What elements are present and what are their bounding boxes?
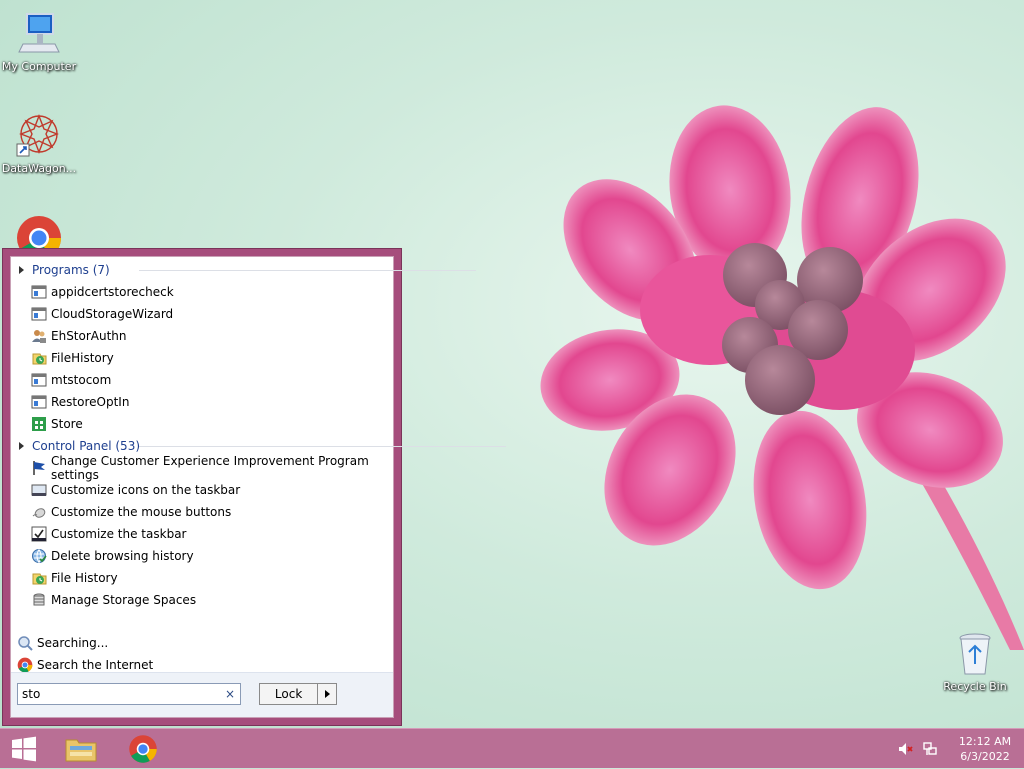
- result-label: Change Customer Experience Improvement P…: [51, 454, 369, 482]
- clock-date: 6/3/2022: [960, 750, 1010, 763]
- taskbar: 12:12 AM 6/3/2022: [0, 728, 1024, 768]
- result-item[interactable]: EhStorAuthn: [31, 325, 127, 347]
- datawagon-icon: [15, 112, 63, 160]
- app-window-icon: [31, 284, 47, 300]
- desktop-icon-label: DataWagon...: [1, 162, 77, 175]
- app-window-icon: [31, 372, 47, 388]
- result-item[interactable]: File History: [31, 567, 118, 589]
- computer-icon: [15, 10, 63, 58]
- result-label: Store: [51, 417, 83, 431]
- search-row: × Lock: [11, 672, 393, 717]
- expand-arrow-icon: [19, 442, 24, 450]
- internet-options-icon: [31, 548, 47, 564]
- windows-logo-icon: [12, 736, 36, 762]
- result-item[interactable]: Delete browsing history: [31, 545, 194, 567]
- group-divider: [139, 446, 507, 447]
- group-divider: [139, 270, 476, 271]
- clear-search-icon[interactable]: ×: [225, 687, 235, 701]
- power-options-arrow-button[interactable]: [317, 684, 336, 704]
- result-label: mtstocom: [51, 373, 112, 387]
- store-icon: [31, 416, 47, 432]
- recycle-bin-icon: [951, 630, 999, 678]
- file-history-icon: [31, 350, 47, 366]
- result-label: Customize the mouse buttons: [51, 505, 232, 519]
- desktop-icon-label: My Computer: [1, 60, 77, 73]
- result-item[interactable]: Customize icons on the taskbar: [31, 479, 240, 501]
- taskbar-file-explorer[interactable]: [57, 731, 105, 767]
- desktop-icon-datawagon[interactable]: DataWagon...: [0, 112, 78, 175]
- result-item[interactable]: Customize the taskbar: [31, 523, 186, 545]
- result-item[interactable]: FileHistory: [31, 347, 114, 369]
- flag-icon: [31, 460, 47, 476]
- desktop-icon-recycle-bin[interactable]: Recycle Bin: [936, 630, 1014, 693]
- result-label: Delete browsing history: [51, 549, 194, 563]
- result-label: RestoreOptIn: [51, 395, 130, 409]
- app-window-icon: [31, 306, 47, 322]
- result-label: File History: [51, 571, 118, 585]
- search-internet-label: Search the Internet: [37, 658, 154, 672]
- group-title: Programs (7): [32, 263, 110, 277]
- mouse-icon: [31, 504, 47, 520]
- start-menu-panel: Programs (7) appidcertstorecheck CloudSt…: [10, 256, 507, 718]
- taskbar-check-icon: [31, 526, 47, 542]
- speaker-muted-icon[interactable]: [898, 741, 914, 757]
- group-title: Control Panel (53): [32, 439, 141, 453]
- result-label: Customize icons on the taskbar: [51, 483, 241, 497]
- users-icon: [31, 328, 47, 344]
- result-label: Customize the taskbar: [51, 527, 187, 541]
- clock-time: 12:12 AM: [958, 735, 1012, 748]
- result-label: appidcertstorecheck: [51, 285, 174, 299]
- search-results: Programs (7) appidcertstorecheck CloudSt…: [11, 257, 507, 682]
- group-header-control-panel[interactable]: Control Panel (53): [19, 437, 507, 455]
- result-label: FileHistory: [51, 351, 114, 365]
- result-item[interactable]: mtstocom: [31, 369, 111, 391]
- chevron-right-icon: [324, 690, 330, 698]
- chrome-icon: [17, 657, 33, 673]
- desktop-icon-label: Recycle Bin: [943, 680, 1007, 693]
- storage-spaces-icon: [31, 592, 47, 608]
- result-item[interactable]: Change Customer Experience Improvement P…: [31, 454, 393, 482]
- search-progress-icon: [17, 635, 33, 651]
- system-tray: 12:12 AM 6/3/2022: [898, 729, 1024, 769]
- wallpaper-flower: [540, 105, 1024, 650]
- network-icon[interactable]: [922, 741, 938, 757]
- chrome-icon: [129, 735, 157, 763]
- expand-arrow-icon: [19, 266, 24, 274]
- folder-icon: [65, 739, 97, 762]
- result-item[interactable]: RestoreOptIn: [31, 391, 129, 413]
- lock-button[interactable]: Lock: [259, 683, 337, 705]
- searching-label: Searching...: [37, 636, 109, 650]
- group-header-programs[interactable]: Programs (7): [19, 261, 476, 279]
- start-button[interactable]: [0, 731, 48, 767]
- result-label: CloudStorageWizard: [51, 307, 174, 321]
- searching-status: Searching...: [17, 632, 108, 654]
- taskbar-chrome[interactable]: [119, 731, 167, 767]
- result-item[interactable]: Customize the mouse buttons: [31, 501, 231, 523]
- result-label: EhStorAuthn: [51, 329, 127, 343]
- app-window-icon: [31, 394, 47, 410]
- search-box[interactable]: ×: [17, 683, 241, 705]
- result-label: Manage Storage Spaces: [51, 593, 197, 607]
- result-item[interactable]: CloudStorageWizard: [31, 303, 173, 325]
- lock-button-label: Lock: [274, 687, 303, 701]
- desktop-icon-my-computer[interactable]: My Computer: [0, 10, 78, 73]
- file-history-icon: [31, 570, 47, 586]
- clock[interactable]: 12:12 AM 6/3/2022: [946, 734, 1024, 764]
- start-menu: Programs (7) appidcertstorecheck CloudSt…: [2, 248, 507, 726]
- search-input[interactable]: [22, 685, 212, 703]
- result-item[interactable]: Manage Storage Spaces: [31, 589, 196, 611]
- result-item[interactable]: Store: [31, 413, 83, 435]
- result-item[interactable]: appidcertstorecheck: [31, 281, 174, 303]
- taskbar-icon: [31, 482, 47, 498]
